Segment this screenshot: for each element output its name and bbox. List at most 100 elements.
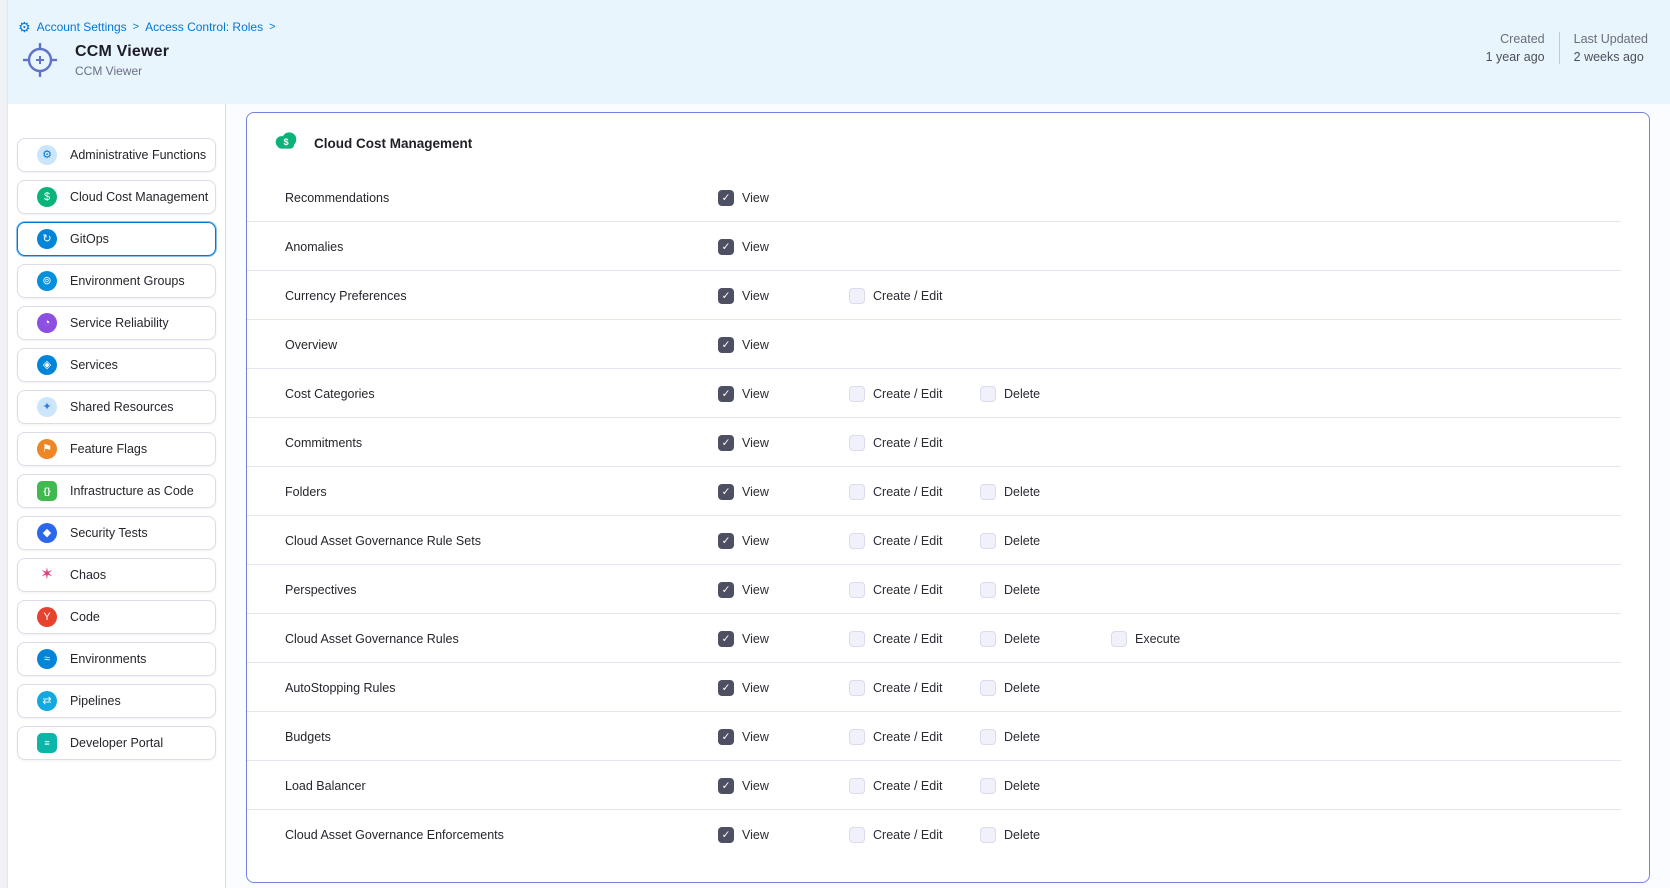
- checkbox-label: View: [742, 191, 769, 205]
- checkbox-cloud-asset-governance-rules-view[interactable]: ✓ View: [718, 631, 849, 647]
- checkbox-currency-preferences-view[interactable]: ✓ View: [718, 288, 849, 304]
- checkbox-icon: [849, 533, 865, 549]
- sidebar-item-service-reliability[interactable]: ◔ Service Reliability: [17, 306, 216, 340]
- checkbox-label: Delete: [1004, 681, 1040, 695]
- checkbox-anomalies-view[interactable]: ✓ View: [718, 239, 849, 255]
- permission-row-load-balancer: Load Balancer ✓ View Create / Edit Delet…: [247, 761, 1649, 810]
- checkbox-commitments-view[interactable]: ✓ View: [718, 435, 849, 451]
- infrastructure-as-code-icon: {}: [37, 481, 57, 501]
- permission-name: Folders: [285, 485, 718, 499]
- checkbox-perspectives-view[interactable]: ✓ View: [718, 582, 849, 598]
- sidebar-item-environment-groups[interactable]: ⊚ Environment Groups: [17, 264, 216, 298]
- permission-name: Anomalies: [285, 240, 718, 254]
- environment-groups-icon: ⊚: [37, 271, 57, 291]
- checkbox-label: View: [742, 730, 769, 744]
- sidebar-item-code[interactable]: Y Code: [17, 600, 216, 634]
- checkbox-perspectives-delete[interactable]: Delete: [980, 582, 1111, 598]
- checkbox-cloud-asset-governance-rules-delete[interactable]: Delete: [980, 631, 1111, 647]
- checkbox-label: View: [742, 338, 769, 352]
- checkbox-cost-categories-delete[interactable]: Delete: [980, 386, 1111, 402]
- checkbox-recommendations-view[interactable]: ✓ View: [718, 190, 849, 206]
- checkbox-budgets-create-edit[interactable]: Create / Edit: [849, 729, 980, 745]
- checkbox-autostopping-rules-view[interactable]: ✓ View: [718, 680, 849, 696]
- sidebar-item-developer-portal[interactable]: ≡ Developer Portal: [17, 726, 216, 760]
- checkbox-icon: [849, 729, 865, 745]
- checkbox-budgets-view[interactable]: ✓ View: [718, 729, 849, 745]
- last-updated-value: 2 weeks ago: [1574, 50, 1648, 64]
- breadcrumb-separator: >: [269, 21, 275, 33]
- checkbox-icon: [849, 288, 865, 304]
- checkbox-cost-categories-create-edit[interactable]: Create / Edit: [849, 386, 980, 402]
- permission-name: Cost Categories: [285, 387, 718, 401]
- checkbox-cloud-asset-governance-rules-create-edit[interactable]: Create / Edit: [849, 631, 980, 647]
- created-value: 1 year ago: [1486, 50, 1545, 64]
- sidebar-item-feature-flags[interactable]: ⚑ Feature Flags: [17, 432, 216, 466]
- checkbox-icon: [980, 778, 996, 794]
- checkbox-overview-view[interactable]: ✓ View: [718, 337, 849, 353]
- checkbox-load-balancer-create-edit[interactable]: Create / Edit: [849, 778, 980, 794]
- permission-row-cost-categories: Cost Categories ✓ View Create / Edit Del…: [247, 369, 1649, 418]
- title-row: CCM Viewer CCM Viewer: [8, 34, 1670, 80]
- checkbox-cloud-asset-governance-enforcements-view[interactable]: ✓ View: [718, 827, 849, 843]
- permission-name: Commitments: [285, 436, 718, 450]
- sidebar-item-chaos[interactable]: ✶ Chaos: [17, 558, 216, 592]
- checkbox-cloud-asset-governance-rule-sets-create-edit[interactable]: Create / Edit: [849, 533, 980, 549]
- checkbox-cost-categories-view[interactable]: ✓ View: [718, 386, 849, 402]
- checkbox-label: View: [742, 534, 769, 548]
- checkbox-currency-preferences-create-edit[interactable]: Create / Edit: [849, 288, 980, 304]
- checkbox-icon: ✓: [718, 386, 734, 402]
- sidebar-item-cloud-cost-management[interactable]: $ Cloud Cost Management: [17, 180, 216, 214]
- checkbox-autostopping-rules-create-edit[interactable]: Create / Edit: [849, 680, 980, 696]
- checkbox-cloud-asset-governance-rule-sets-delete[interactable]: Delete: [980, 533, 1111, 549]
- permission-row-commitments: Commitments ✓ View Create / Edit: [247, 418, 1649, 467]
- checkbox-label: View: [742, 681, 769, 695]
- checkbox-load-balancer-delete[interactable]: Delete: [980, 778, 1111, 794]
- sidebar-item-gitops[interactable]: ↻ GitOps: [17, 222, 216, 256]
- checkbox-icon: [849, 778, 865, 794]
- permission-name: Load Balancer: [285, 779, 718, 793]
- sidebar-item-environments[interactable]: ≈ Environments: [17, 642, 216, 676]
- checkbox-icon: [849, 827, 865, 843]
- main-area: $ Cloud Cost Management Recommendations …: [226, 104, 1670, 888]
- meta-divider: [1559, 32, 1560, 64]
- pipelines-icon: ⇄: [37, 691, 57, 711]
- checkbox-folders-create-edit[interactable]: Create / Edit: [849, 484, 980, 500]
- checkbox-folders-view[interactable]: ✓ View: [718, 484, 849, 500]
- checkbox-label: View: [742, 289, 769, 303]
- sidebar-item-services[interactable]: ◈ Services: [17, 348, 216, 382]
- checkbox-icon: ✓: [718, 631, 734, 647]
- checkbox-cloud-asset-governance-enforcements-delete[interactable]: Delete: [980, 827, 1111, 843]
- breadcrumb-access-control-roles[interactable]: Access Control: Roles: [145, 20, 263, 34]
- sidebar-item-pipelines[interactable]: ⇄ Pipelines: [17, 684, 216, 718]
- sidebar-item-label: Developer Portal: [70, 736, 163, 750]
- created-label: Created: [1486, 32, 1545, 46]
- environments-icon: ≈: [37, 649, 57, 669]
- breadcrumb-account-settings[interactable]: Account Settings: [37, 20, 127, 34]
- sidebar-item-label: Shared Resources: [70, 400, 174, 414]
- checkbox-commitments-create-edit[interactable]: Create / Edit: [849, 435, 980, 451]
- checkbox-folders-delete[interactable]: Delete: [980, 484, 1111, 500]
- checkbox-icon: [980, 386, 996, 402]
- sidebar-item-security-tests[interactable]: ◆ Security Tests: [17, 516, 216, 550]
- checkbox-label: Create / Edit: [873, 534, 942, 548]
- permission-row-overview: Overview ✓ View: [247, 320, 1649, 369]
- checkbox-icon: ✓: [718, 288, 734, 304]
- sidebar-item-administrative-functions[interactable]: ⚙ Administrative Functions: [17, 138, 216, 172]
- sidebar-item-shared-resources[interactable]: ✦ Shared Resources: [17, 390, 216, 424]
- checkbox-label: View: [742, 436, 769, 450]
- roles-permission-page: ⚙ Account Settings > Access Control: Rol…: [0, 0, 1670, 888]
- checkbox-autostopping-rules-delete[interactable]: Delete: [980, 680, 1111, 696]
- permission-row-cloud-asset-governance-rule-sets: Cloud Asset Governance Rule Sets ✓ View …: [247, 516, 1649, 565]
- checkbox-budgets-delete[interactable]: Delete: [980, 729, 1111, 745]
- sidebar-item-infrastructure-as-code[interactable]: {} Infrastructure as Code: [17, 474, 216, 508]
- checkbox-label: Delete: [1004, 730, 1040, 744]
- checkbox-load-balancer-view[interactable]: ✓ View: [718, 778, 849, 794]
- checkbox-cloud-asset-governance-rule-sets-view[interactable]: ✓ View: [718, 533, 849, 549]
- checkbox-cloud-asset-governance-enforcements-create-edit[interactable]: Create / Edit: [849, 827, 980, 843]
- checkbox-cloud-asset-governance-rules-execute[interactable]: Execute: [1111, 631, 1242, 647]
- sidebar-item-label: Pipelines: [70, 694, 121, 708]
- shared-resources-icon: ✦: [37, 397, 57, 417]
- checkbox-perspectives-create-edit[interactable]: Create / Edit: [849, 582, 980, 598]
- sidebar-item-label: Environment Groups: [70, 274, 185, 288]
- sidebar-item-label: Cloud Cost Management: [70, 190, 208, 204]
